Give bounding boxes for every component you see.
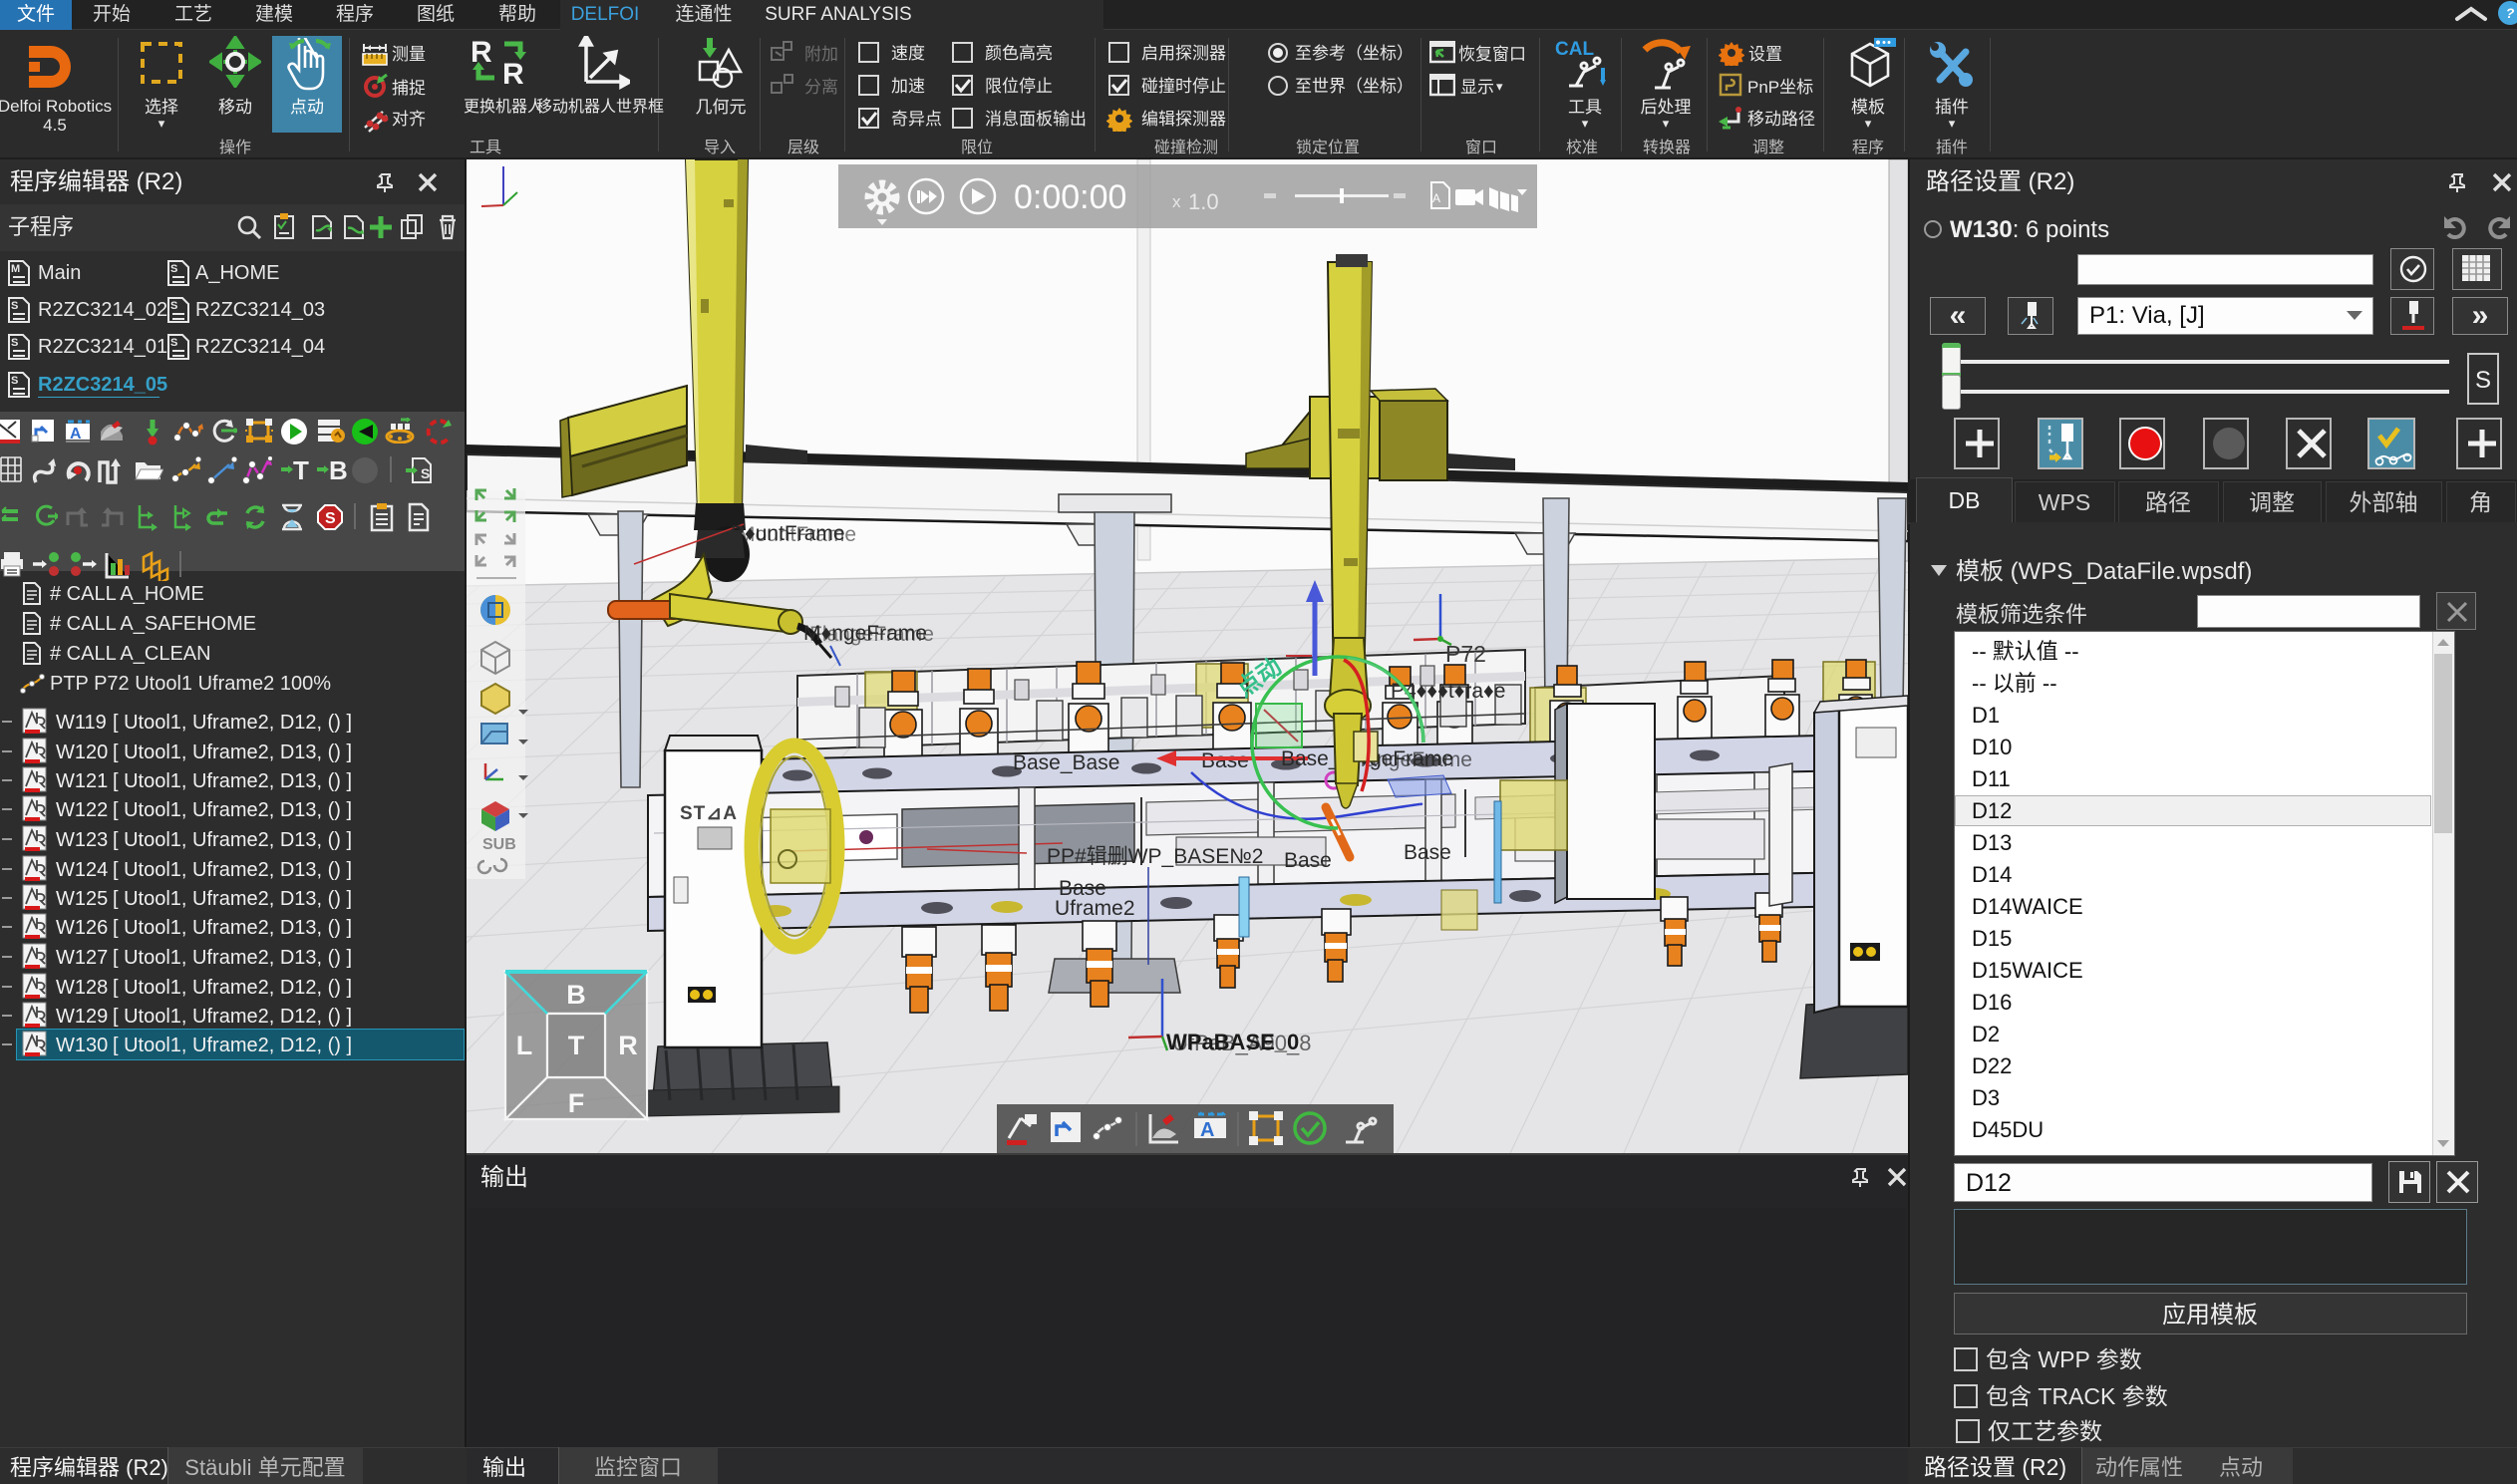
svg-text:1.0: 1.0 — [1188, 189, 1219, 214]
svg-text:R: R — [471, 36, 492, 69]
svg-text:A: A — [1200, 1119, 1214, 1141]
svg-text:T: T — [568, 1031, 585, 1060]
svg-text:A: A — [1432, 191, 1440, 205]
svg-text:Base: Base — [1284, 849, 1332, 872]
svg-text:?: ? — [2506, 5, 2515, 21]
svg-text:ST⊿A: ST⊿A — [680, 803, 738, 824]
svg-text:P72: P72 — [1445, 641, 1486, 667]
svg-text:x: x — [1172, 192, 1181, 211]
svg-text:S: S — [170, 337, 177, 349]
svg-text:S: S — [170, 263, 177, 275]
svg-text:R: R — [618, 1031, 638, 1060]
svg-text:MountFrame: MountFrame — [738, 523, 856, 546]
svg-text:S: S — [421, 465, 430, 481]
svg-text:S: S — [11, 375, 18, 387]
svg-text:S: S — [170, 300, 177, 312]
svg-text:S: S — [11, 337, 18, 349]
svg-text:Uframe2: Uframe2 — [1055, 897, 1135, 920]
svg-text:UfPaB_A90_8: UfPaB_A90_8 — [1172, 1031, 1311, 1055]
svg-text:S: S — [325, 510, 336, 527]
svg-text:S: S — [11, 300, 18, 312]
svg-text:Base_Base: Base_Base — [1013, 751, 1119, 774]
svg-text:CAL: CAL — [1555, 40, 1594, 60]
svg-text:Base: Base — [1201, 749, 1249, 772]
svg-text:L: L — [516, 1031, 533, 1060]
svg-text:A: A — [70, 426, 82, 443]
svg-text:B: B — [566, 980, 586, 1010]
svg-text:0:00:00: 0:00:00 — [1014, 178, 1126, 216]
svg-text:B: B — [329, 456, 348, 482]
svg-text:Base: Base — [1404, 841, 1451, 864]
svg-text:PP#辑删WP_BASE№2: PP#辑删WP_BASE№2 — [1047, 845, 1263, 868]
svg-text:SUB: SUB — [482, 836, 516, 853]
svg-text:F: F — [568, 1088, 585, 1118]
svg-text:R: R — [502, 58, 524, 90]
svg-text:FlangeFrame: FlangeFrame — [809, 623, 934, 646]
svg-text:T: T — [293, 456, 309, 482]
svg-text:M: M — [11, 263, 20, 275]
